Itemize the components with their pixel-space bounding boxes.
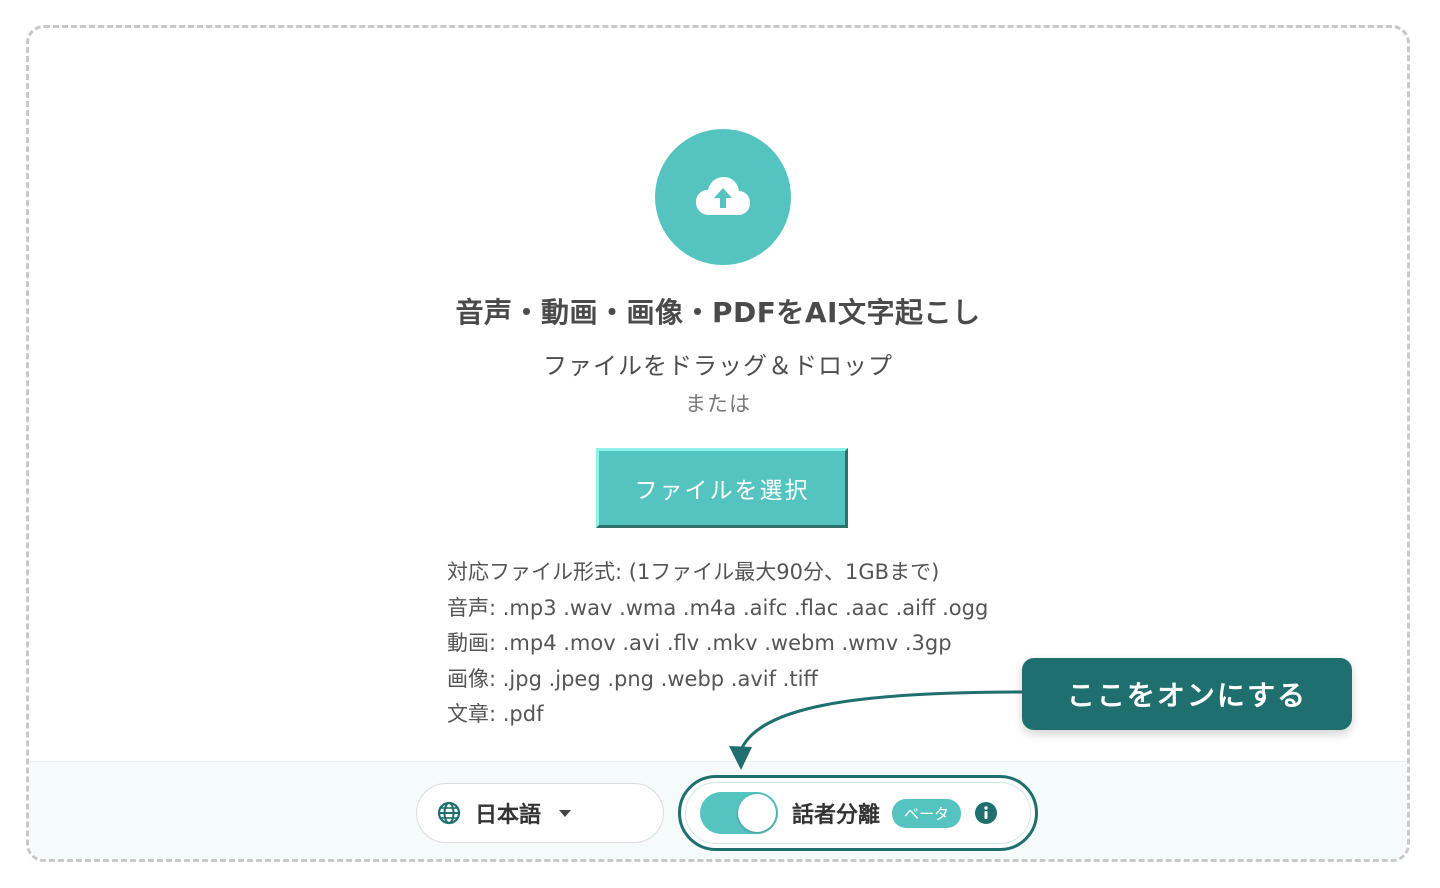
language-select[interactable]: 日本語 bbox=[416, 783, 664, 843]
globe-icon bbox=[437, 801, 461, 825]
upload-headline: 音声・動画・画像・PDFをAI文字起こし bbox=[455, 296, 981, 329]
select-file-button[interactable]: ファイルを選択 bbox=[596, 448, 848, 528]
diarization-highlight: 話者分離 ベータ bbox=[678, 775, 1038, 851]
formats-video: 動画: .mp4 .mov .avi .flv .mkv .webm .wmv … bbox=[447, 631, 952, 655]
chevron-down-icon bbox=[559, 809, 572, 817]
switch-knob bbox=[738, 794, 776, 832]
formats-document: 文章: .pdf bbox=[447, 702, 544, 726]
callout-tooltip: ここをオンにする bbox=[1022, 658, 1352, 730]
formats-audio: 音声: .mp3 .wav .wma .m4a .aifc .flac .aac… bbox=[447, 595, 989, 620]
language-label: 日本語 bbox=[475, 803, 542, 828]
diarization-toggle-group: 話者分離 ベータ bbox=[685, 782, 1031, 844]
cloud-upload-icon bbox=[696, 177, 750, 215]
or-text: または bbox=[685, 392, 751, 416]
upload-button-circle[interactable] bbox=[655, 129, 791, 265]
info-icon[interactable] bbox=[975, 802, 998, 824]
diarization-label: 話者分離 bbox=[792, 803, 881, 828]
supported-formats: 対応ファイル形式: (1ファイル最大90分、1GBまで) 音声: .mp3 .w… bbox=[447, 555, 988, 733]
file-dropzone[interactable]: 音声・動画・画像・PDFをAI文字起こし ファイルをドラッグ＆ドロップ または … bbox=[26, 25, 1410, 862]
beta-badge: ベータ bbox=[892, 798, 962, 828]
formats-header: 対応ファイル形式: (1ファイル最大90分、1GBまで) bbox=[447, 560, 940, 584]
formats-image: 画像: .jpg .jpeg .png .webp .avif .tiff bbox=[447, 666, 818, 691]
diarization-switch[interactable] bbox=[700, 792, 778, 834]
drag-drop-text: ファイルをドラッグ＆ドロップ bbox=[543, 352, 893, 380]
